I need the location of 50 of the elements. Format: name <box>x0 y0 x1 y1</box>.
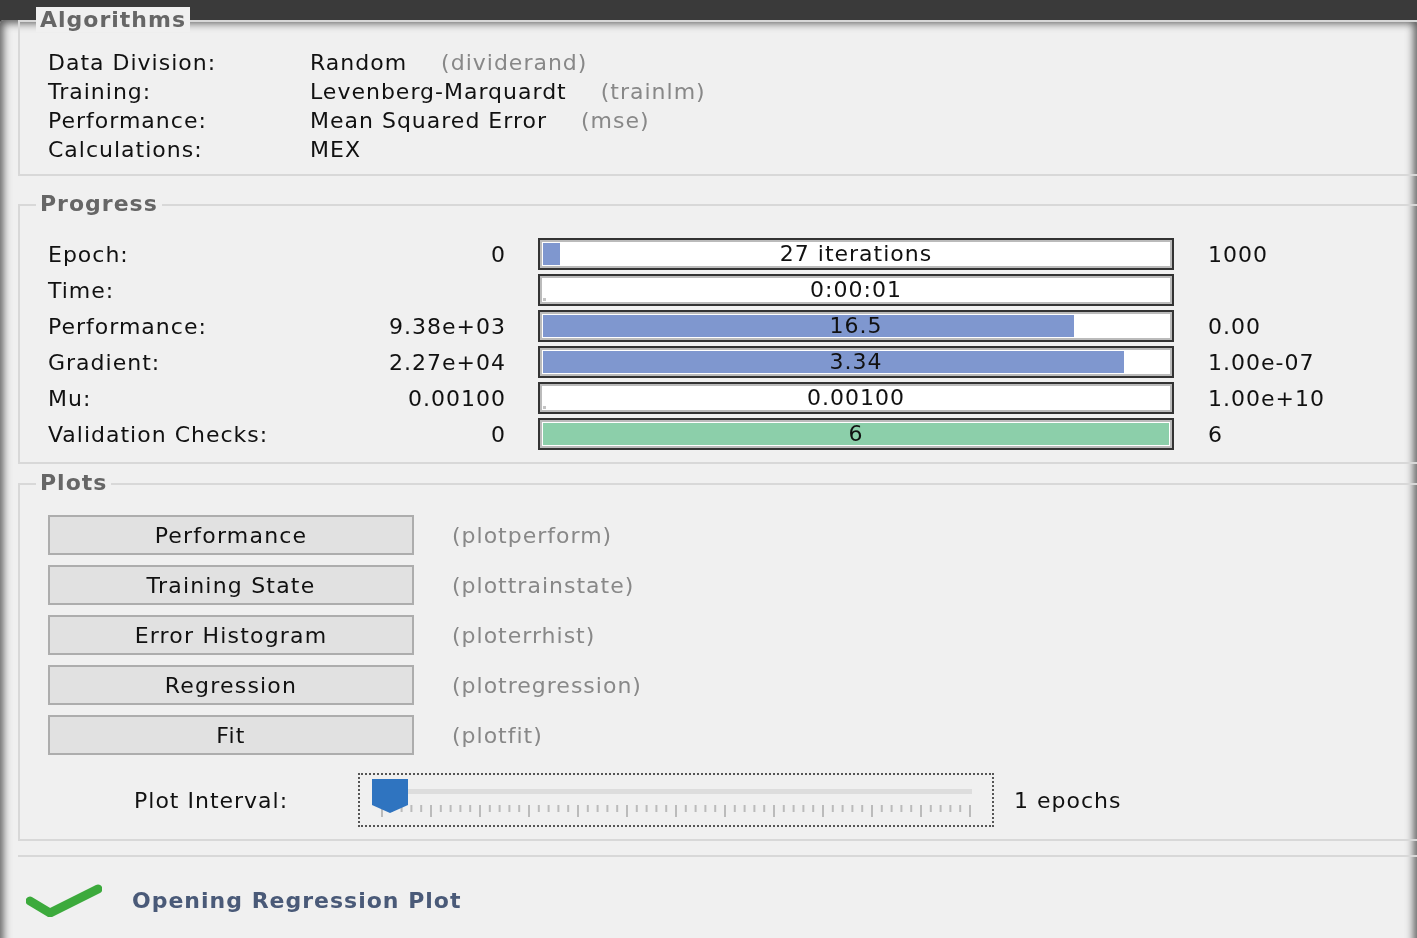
start-value: 0.00100 <box>407 385 507 411</box>
field-value: Levenberg-Marquardt <box>310 79 567 104</box>
start-value: 9.38e+03 <box>388 313 507 339</box>
progress-label: Performance: <box>48 313 208 339</box>
progress-label: Epoch: <box>48 241 130 267</box>
progress-reading: 16.5 <box>828 312 884 340</box>
progress-label: Mu: <box>48 385 93 411</box>
end-value: 1.00e-07 <box>1207 349 1316 375</box>
field-value: MEX <box>310 137 361 162</box>
end-value: 1000 <box>1207 241 1269 267</box>
progress-reading: 3.34 <box>828 348 884 376</box>
function-name: (plotregression) <box>452 672 643 698</box>
start-value: 0 <box>490 421 507 447</box>
interval-value: 1 epochs <box>1014 787 1122 813</box>
progress-reading: 6 <box>847 420 865 448</box>
end-value: 0.00 <box>1207 313 1262 339</box>
field-label: Training: <box>48 79 153 104</box>
field-value: Mean Squared Error <box>310 108 547 133</box>
plot-button[interactable]: Error Histogram <box>48 615 414 655</box>
section-title: Algorithms <box>36 7 191 32</box>
function-name: (plotperform) <box>452 522 614 548</box>
interval-slider[interactable] <box>358 773 994 827</box>
field-label: Data Division: <box>48 50 218 75</box>
progress-label: Validation Checks: <box>48 421 270 447</box>
function-name: (plotfit) <box>452 722 544 748</box>
field-label: Performance: <box>48 108 208 133</box>
progress-reading: 0.00100 <box>806 384 906 412</box>
checkmark-icon <box>26 883 102 917</box>
progress-reading: 0:00:01 <box>809 276 903 304</box>
plot-button[interactable]: Regression <box>48 665 414 705</box>
progress-reading: 27 iterations <box>778 240 934 268</box>
function-name: (plottrainstate) <box>452 572 636 598</box>
interval-label: Plot Interval: <box>134 787 290 813</box>
function-name: (ploterrhist) <box>452 622 597 648</box>
start-value: 2.27e+04 <box>388 349 507 375</box>
function-name: (mse) <box>580 108 650 133</box>
plot-button[interactable]: Training State <box>48 565 414 605</box>
plot-button[interactable]: Fit <box>48 715 414 755</box>
start-value: 0 <box>490 241 507 267</box>
plot-button[interactable]: Performance <box>48 515 414 555</box>
end-value: 6 <box>1207 421 1224 447</box>
end-value: 1.00e+10 <box>1207 385 1326 411</box>
slider-thumb[interactable] <box>372 779 408 815</box>
progress-label: Time: <box>48 277 116 303</box>
status-message: Opening Regression Plot <box>132 887 462 913</box>
function-name: (trainlm) <box>600 79 706 104</box>
field-label: Calculations: <box>48 137 204 162</box>
progress-label: Gradient: <box>48 349 162 375</box>
function-name: (dividerand) <box>441 50 588 75</box>
field-value: Random <box>310 50 408 75</box>
